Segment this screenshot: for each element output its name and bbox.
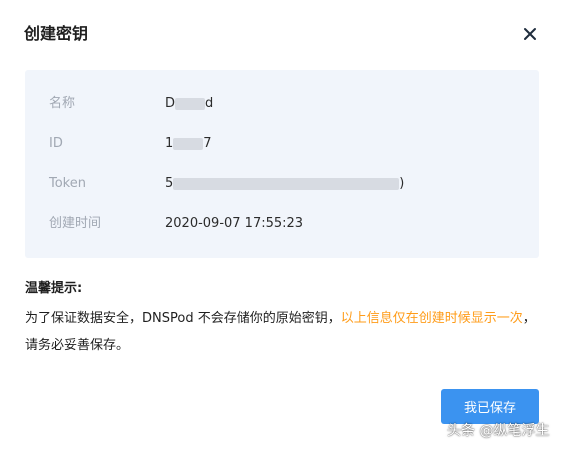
create-key-dialog: 创建密钥 名称 Dd ID 17 Token 5) 创建时间 2020-09-0…: [0, 0, 566, 449]
dialog-title: 创建密钥: [24, 24, 89, 43]
id-value-start: 1: [165, 136, 174, 151]
name-value-end: d: [205, 96, 214, 111]
tips-text-warning: 以上信息仅在创建时候显示一次: [340, 311, 523, 326]
name-value-start: D: [165, 96, 176, 111]
token-value-end: ): [399, 176, 405, 191]
tips-title: 温馨提示:: [25, 281, 83, 296]
token-label: Token: [49, 176, 86, 191]
redaction-blur: [175, 97, 206, 110]
id-value: 17: [165, 134, 212, 154]
name-value: Dd: [165, 94, 213, 114]
created-time-value: 2020-09-07 17:55:23: [165, 216, 304, 231]
token-value-start: 5: [165, 176, 174, 191]
tips-text: 为了保证数据安全，DNSPod 不会存储你的原始密钥，以上信息仅在创建时候显示一…: [25, 305, 541, 359]
token-value: 5): [165, 174, 404, 194]
key-info-panel: 名称 Dd ID 17 Token 5) 创建时间 2020-09-07 17:…: [25, 70, 539, 258]
created-time-label: 创建时间: [49, 216, 102, 231]
watermark: 头条 @纵笔浮生: [447, 423, 550, 439]
redaction-blur: [173, 137, 204, 150]
name-label: 名称: [49, 96, 76, 111]
saved-confirm-button[interactable]: 我已保存: [441, 389, 539, 424]
tips-text-normal: 为了保证数据安全，DNSPod 不会存储你的原始密钥，: [25, 311, 341, 326]
id-value-end: 7: [203, 136, 212, 151]
id-label: ID: [49, 136, 63, 151]
close-icon[interactable]: [519, 23, 541, 45]
redaction-blur: [173, 177, 400, 190]
